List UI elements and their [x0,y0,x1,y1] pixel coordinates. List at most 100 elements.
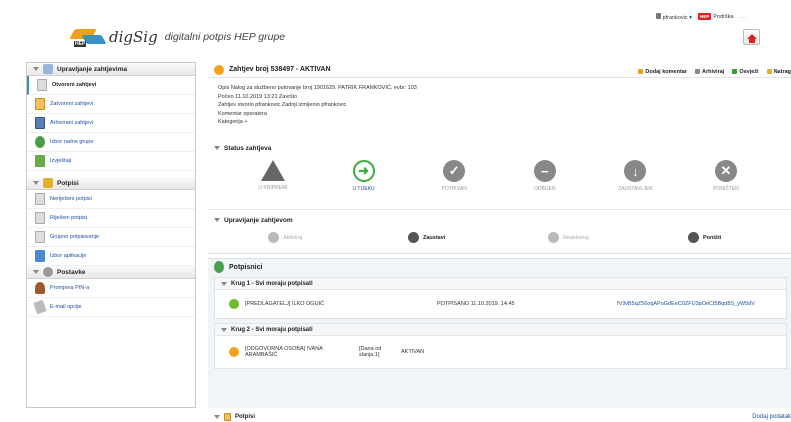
sidebar-item-label: Promjena PIN-a [50,285,90,291]
refresh-icon [548,232,559,243]
cancel-button[interactable]: Poništi [648,232,788,243]
panel-title: Upravljanje zahtjevom [224,216,293,224]
sidebar-item-label: Zatvoreni zahtjevi [50,101,94,107]
request-info: Opis Nalog za službeno putovanje broj 19… [208,78,791,127]
sidebar-item-label: Izbor aplikacije [50,253,87,259]
round-title: Krug 2 - Svi moraju potpisati [231,326,313,333]
sidebar-item-change-pin[interactable]: Promjena PIN-a [27,279,195,298]
signers-header: Potpisnici [208,259,791,275]
sidebar-item-open-requests[interactable]: Otvoreni zahtjevi [27,76,195,95]
top-links: pfrankovic ▾ HEP Podrška ... [655,13,747,21]
round-header[interactable]: Krug 1 - Svi moraju potpisati [215,278,786,290]
archive-icon [35,117,45,129]
signers-panel: Potpisnici Krug 1 - Svi moraju potpisati… [208,258,791,408]
signatures-section: Potpisi Dodaj podatak [208,412,791,422]
play-icon [268,232,279,243]
collapse-icon[interactable] [214,415,220,419]
sidebar-item-label: Grupno potpisivanje [50,234,99,240]
pen-icon [43,178,53,188]
round-title: Krug 1 - Svi moraju potpisati [231,280,313,287]
status-step-signed: ✓ POTPISAN [409,160,499,192]
status-title: Status zahtjeva [208,142,791,154]
app-logo: HEP digSig digitalni potpis HEP grupe [69,26,286,48]
step-label: U TIJEKU [352,186,375,192]
minus-icon: − [533,160,556,182]
panel-title: Status zahtjeva [224,144,272,152]
step-label: U PRIPREMI [258,185,288,191]
status-step-rejected: − ODBIJEN [500,160,590,192]
sidebar-item-label: Riješeni potpisi [50,215,87,221]
user-icon [35,282,45,294]
brand-subtitle: digitalni potpis HEP grupe [164,31,286,43]
signature-hash-link[interactable]: fV3vB5qZ56oqAPoGdEeC0ZFU3pOeCt5Bqd8S_yW5… [617,301,755,307]
home-button[interactable] [743,29,760,45]
section-title: Potpisi [57,179,79,187]
sidebar-item-reports[interactable]: Izvještaji [27,152,195,171]
stop-button[interactable]: Zaustavi [368,232,508,243]
button-label: Aktiviraj [283,234,303,241]
sidebar-item-group-signing[interactable]: Grupno potpisivanje [27,228,195,247]
sidebar-item-email-options[interactable]: E-mail opcije [27,298,195,317]
panel-title: Potpisnici [229,263,263,271]
group-icon [35,136,45,148]
sidebar-item-label: Otvoreni zahtjevi [52,82,97,88]
document-icon [35,231,45,243]
gear-icon [43,267,53,277]
step-label: ZAUSTAVLJEN [618,186,653,192]
pause-icon [408,232,419,243]
arrow-down-icon: ↓ [624,160,647,182]
sidebar-item-label: Arhivirani zahtjevi [50,120,94,126]
user-name: pfrankovic [662,15,688,21]
collapse-icon [33,67,39,71]
report-icon [35,155,45,167]
sidebar-item-app-choice[interactable]: Izbor aplikacije [27,247,195,266]
tools-icon [43,64,53,74]
section-title: Potpisi [235,414,256,420]
sidebar-item-closed-requests[interactable]: Zatvoreni zahtjevi [27,95,195,114]
sidebar-item-work-group[interactable]: Izbor radne grupe [27,133,195,152]
archive-button[interactable]: Arhiviraj [695,69,724,75]
back-button[interactable]: Natrag [767,69,791,75]
folder-icon [224,413,231,421]
request-dates: Počeo 11.10.2019 13:21 Završio [218,93,298,100]
refresh-button[interactable]: Osvježi [732,69,758,75]
warning-icon [261,160,285,181]
sidebar-item-unresolved[interactable]: Neriješeni potpisi [27,190,195,209]
management-panel: Upravljanje zahtjevom Aktiviraj Zaustavi… [208,214,791,254]
hep-icon: HEP [697,13,712,20]
sidebar-item-label: Neriješeni potpisi [50,196,92,202]
step-label: PONIŠTEN [713,186,739,192]
sidebar-item-label: Izbor radne grupe [50,139,94,145]
support-link[interactable]: HEP Podrška [697,13,734,20]
button-label: Reaktiviraj [563,234,589,241]
status-step-stopped: ↓ ZAUSTAVLJEN [590,160,680,192]
sidebar-section-requests[interactable]: Upravljanje zahtjevima [27,63,195,76]
more-dots[interactable]: ... [739,14,747,20]
activate-button[interactable]: Aktiviraj [228,232,368,243]
digsig-logo-icon: HEP [69,26,107,48]
sidebar-section-settings[interactable]: Postavke [27,266,195,279]
add-comment-button[interactable]: Dodaj komentar [638,69,687,75]
stop-icon [688,232,699,243]
x-icon: ✕ [714,160,737,182]
user-menu[interactable]: pfrankovic ▾ [655,13,692,21]
add-category-icon[interactable]: + [244,119,247,125]
round-header[interactable]: Krug 2 - Svi moraju potpisati [215,324,786,336]
lock-icon [655,13,661,19]
sidebar-section-signatures[interactable]: Potpisi [27,177,195,190]
add-data-button[interactable]: Dodaj podatak [752,414,791,420]
support-label: Podrška [713,14,734,20]
signer-extra: [Dana od slanja:1] [359,346,382,358]
reactivate-button[interactable]: Reaktiviraj [508,232,648,243]
collapse-icon [33,181,39,185]
main-panel: Zahtjev broj 538497 - AKTIVAN Dodaj kome… [208,62,791,422]
sidebar-item-resolved[interactable]: Riješeni potpisi [27,209,195,228]
signer-name: [ODGOVORNA OSOBA] IVANA ARAMBAŠIĆ [245,346,323,358]
sidebar-item-archived-requests[interactable]: Arhivirani zahtjevi [27,114,195,133]
sidebar: Upravljanje zahtjevima Otvoreni zahtjevi… [26,62,196,408]
request-title: Zahtjev broj 538497 - AKTIVAN [229,66,331,73]
status-step-in-progress: ➜ U TIJEKU [319,160,409,192]
button-label: Poništi [703,234,722,241]
app-icon [35,250,45,262]
round-1: Krug 1 - Svi moraju potpisati [PREDLAGAT… [214,277,787,319]
